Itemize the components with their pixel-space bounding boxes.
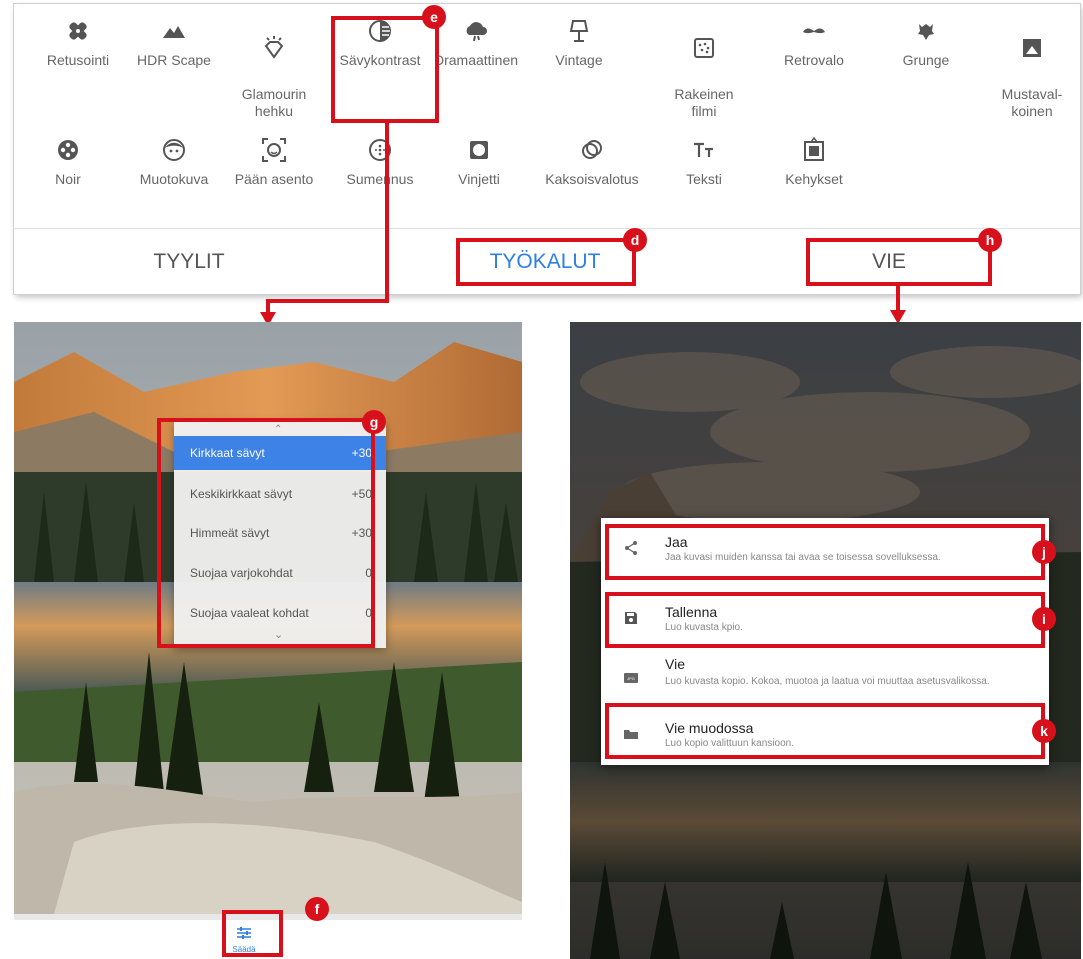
highlight-tonal-contrast [331, 16, 439, 123]
tool-portrait[interactable]: Muotokuva [124, 137, 224, 188]
tool-label: Kehykset [785, 171, 843, 187]
tool-label: Glamourin hehku [241, 86, 307, 119]
tool-hdr-scape[interactable]: HDR Scape [124, 18, 224, 69]
lamp-icon [569, 20, 589, 42]
connector-line [266, 299, 389, 303]
tool-retrolux[interactable]: Retrovalo [764, 18, 864, 69]
marker-g: g [362, 410, 386, 434]
marker-f: f [305, 897, 329, 921]
highlight-save [605, 592, 1045, 648]
tool-vintage[interactable]: Vintage [529, 18, 629, 69]
grain-icon [694, 38, 714, 58]
marker-k: k [1032, 719, 1056, 743]
highlight-tools-tab [456, 238, 636, 286]
face-icon [163, 139, 185, 161]
marker-d: d [623, 228, 647, 252]
tab-styles[interactable]: TYYLIT [114, 229, 264, 295]
mountains-icon [163, 26, 185, 38]
frame-icon [804, 137, 824, 161]
svg-text:JPG: JPG [627, 676, 635, 681]
tool-frames[interactable]: Kehykset [764, 137, 864, 188]
highlight-adjust-button [222, 910, 283, 957]
glow-diamond-icon [264, 36, 284, 59]
option-title: Vie [665, 656, 685, 672]
vignette-icon [470, 141, 488, 159]
bandage-icon [69, 22, 87, 40]
tool-label: Muotokuva [139, 171, 209, 187]
text-icon [694, 142, 713, 157]
tool-label: Vinjetti [458, 171, 500, 187]
tool-label: Sumennus [346, 171, 414, 187]
tool-label: HDR Scape [137, 52, 211, 68]
marker-e: e [422, 5, 446, 29]
tool-label: Noir [55, 171, 81, 187]
blur-icon [369, 139, 391, 161]
option-subtitle: Luo kuvasta kopio. Kokoa, muotoa ja laat… [665, 676, 990, 687]
jpg-icon: JPG [624, 673, 638, 683]
export-option[interactable]: JPG Vie Luo kuvasta kopio. Kokoa, muotoa… [601, 644, 1049, 704]
tool-label: Teksti [686, 171, 722, 187]
face-pose-icon [262, 138, 286, 162]
mustache-icon [803, 28, 825, 34]
film-reel-icon [58, 140, 78, 160]
tool-head-pose[interactable]: Pään asento [224, 137, 324, 188]
black-white-icon [1023, 39, 1041, 57]
highlight-export-tab [806, 238, 992, 286]
marker-j: j [1032, 540, 1056, 564]
tool-vignette[interactable]: Vinjetti [429, 137, 529, 188]
cloud-icon [466, 22, 487, 42]
tool-retusointi[interactable]: Retusointi [28, 18, 128, 69]
tool-label: Mustaval- koinen [1001, 86, 1063, 119]
tool-glamour-glow[interactable]: Glamourin hehku [224, 18, 324, 137]
tool-blur[interactable]: Sumennus [330, 137, 430, 188]
tool-label: Grunge [902, 52, 950, 68]
highlight-share [605, 524, 1045, 580]
highlight-tone-menu [157, 418, 375, 648]
guitar-icon [918, 24, 934, 40]
connector-line [385, 123, 389, 303]
marker-i: i [1032, 607, 1056, 631]
tool-text[interactable]: Teksti [654, 137, 754, 188]
tool-label: Rakeinen filmi [674, 86, 734, 119]
tool-double-exposure[interactable]: Kaksoisvalotus [542, 137, 642, 188]
tool-grainy-film[interactable]: Rakeinen filmi [654, 18, 754, 137]
connector-line [266, 299, 270, 313]
tool-noir[interactable]: Noir [18, 137, 118, 188]
tool-label: Pään asento [234, 171, 314, 187]
double-exposure-icon [582, 140, 602, 159]
tool-label: Retusointi [46, 52, 110, 68]
tool-label: Vintage [555, 52, 603, 68]
tool-label: Retrovalo [784, 52, 844, 68]
tool-label: Dramaattinen [433, 52, 519, 68]
tool-grunge[interactable]: Grunge [876, 18, 976, 69]
tool-label: Kaksoisvalotus [545, 171, 639, 187]
highlight-export-as [605, 703, 1045, 759]
connector-line [896, 286, 900, 312]
tool-black-white[interactable]: Mustaval- koinen [982, 18, 1082, 137]
marker-h: h [978, 228, 1002, 252]
